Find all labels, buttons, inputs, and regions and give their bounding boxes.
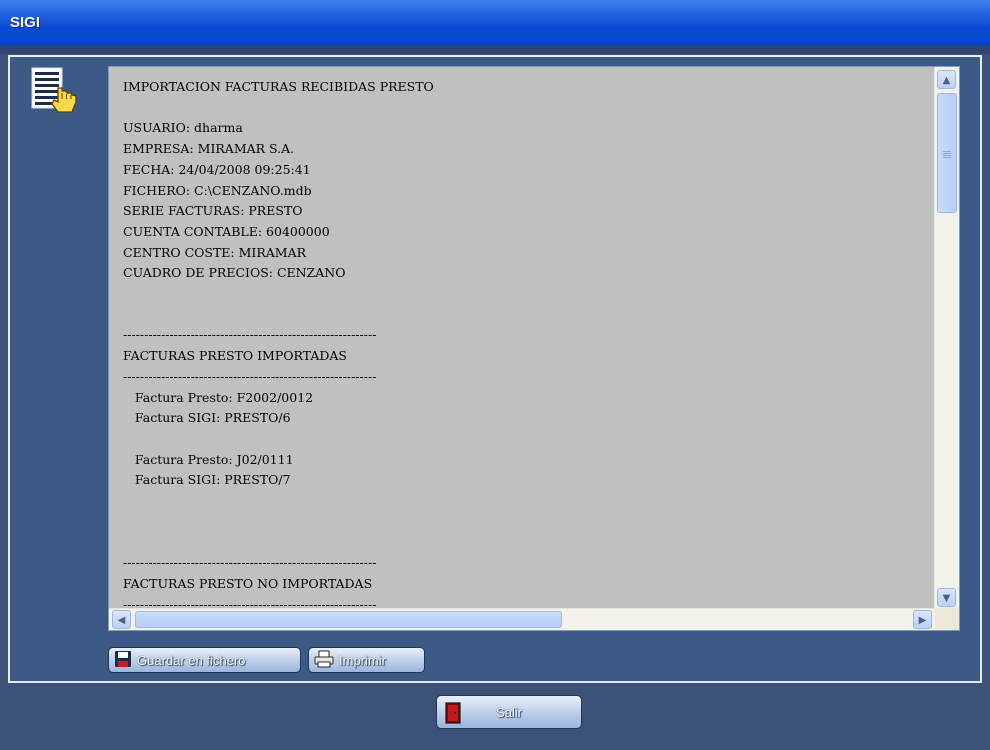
report-line: ----------------------------------------…	[123, 555, 377, 571]
scroll-down-icon[interactable]: ▼	[937, 588, 956, 607]
report-line: FACTURAS PRESTO NO IMPORTADAS	[123, 575, 373, 591]
vertical-scrollbar[interactable]: ▲ ▼	[934, 67, 959, 610]
app-window: SIGI IMPORTACION FACTURAS RECIBIDAS PRES…	[0, 0, 990, 750]
scroll-right-icon[interactable]: ▶	[913, 610, 932, 629]
save-to-file-button[interactable]: Guardar en fichero	[108, 647, 301, 673]
report-text: IMPORTACION FACTURAS RECIBIDAS PRESTO US…	[123, 77, 434, 630]
print-button[interactable]: Imprimir	[308, 647, 425, 673]
report-line: ----------------------------------------…	[123, 327, 377, 343]
scroll-corner	[935, 608, 959, 630]
printer-icon	[314, 650, 334, 671]
report-line: FECHA: 24/04/2008 09:25:41	[123, 161, 311, 177]
save-button-label: Guardar en fichero	[137, 652, 246, 668]
report-line: IMPORTACION FACTURAS RECIBIDAS PRESTO	[123, 79, 434, 94]
report-line: EMPRESA: MIRAMAR S.A.	[123, 141, 295, 157]
scroll-left-icon[interactable]: ◀	[112, 610, 131, 629]
title-bar[interactable]: SIGI	[0, 0, 990, 46]
report-line: CUENTA CONTABLE: 60400000	[123, 223, 330, 239]
window-title: SIGI	[10, 14, 41, 31]
report-line: CUADRO DE PRECIOS: CENZANO	[123, 265, 346, 281]
report-line: Factura SIGI: PRESTO/7	[123, 472, 291, 488]
vertical-scroll-thumb[interactable]	[937, 93, 957, 213]
report-textarea[interactable]: IMPORTACION FACTURAS RECIBIDAS PRESTO US…	[108, 66, 960, 631]
report-line: ----------------------------------------…	[123, 368, 377, 384]
report-line: FICHERO: C:\CENZANO.mdb	[123, 182, 312, 198]
document-hand-icon	[28, 66, 80, 118]
floppy-disk-icon	[114, 650, 132, 671]
report-line: Factura Presto: F2002/0012	[123, 389, 314, 405]
report-line: Factura SIGI: PRESTO/6	[123, 410, 291, 426]
scroll-up-icon[interactable]: ▲	[937, 70, 956, 89]
exit-button[interactable]: Salir	[436, 695, 582, 729]
report-line: SERIE FACTURAS: PRESTO	[123, 203, 303, 219]
door-exit-icon	[445, 702, 461, 727]
report-line: FACTURAS PRESTO IMPORTADAS	[123, 348, 347, 364]
exit-button-label: Salir	[495, 704, 522, 720]
horizontal-scrollbar[interactable]: ◀ ▶	[109, 608, 937, 630]
print-button-label: Imprimir	[339, 652, 386, 668]
report-line: CENTRO COSTE: MIRAMAR	[123, 244, 307, 260]
horizontal-scroll-thumb[interactable]	[135, 611, 562, 628]
report-line: USUARIO: dharma	[123, 120, 243, 136]
report-line: Factura Presto: J02/0111	[123, 451, 294, 467]
header-band	[0, 46, 990, 54]
